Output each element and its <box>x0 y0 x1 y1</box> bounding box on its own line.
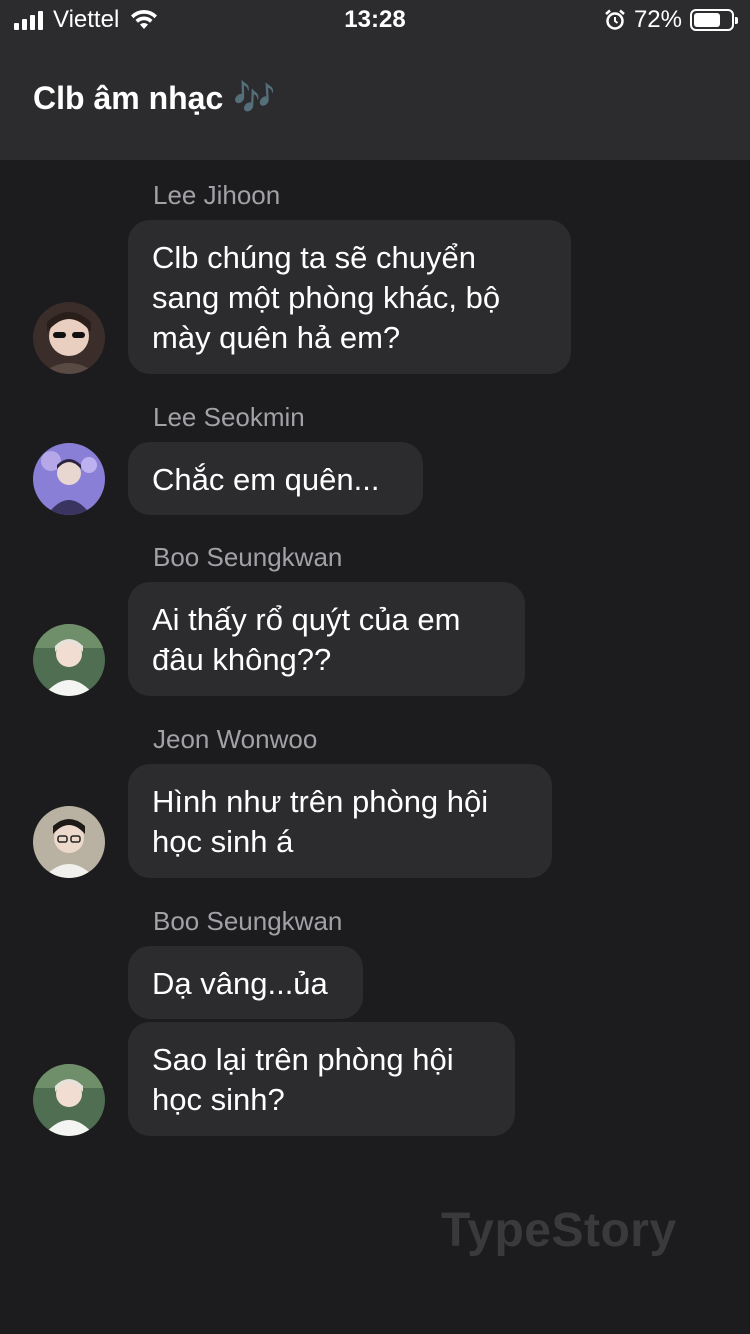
battery-icon <box>690 9 738 31</box>
avatar-lee-seokmin <box>33 443 105 515</box>
avatar-boo-seungkwan <box>33 1064 105 1136</box>
battery-percent: 72% <box>633 6 682 33</box>
message-bubble[interactable]: Hình như trên phòng hội học sinh á <box>128 764 552 878</box>
message-bubble[interactable]: Sao lại trên phòng hội học sinh? <box>128 1022 515 1136</box>
chat-title[interactable]: Clb âm nhạc 🎶 <box>33 78 276 118</box>
chat-thread[interactable]: Lee Jihoon Clb chúng ta sẽ chuyển sang m… <box>0 160 750 1334</box>
alarm-icon <box>605 9 625 30</box>
status-bar: Viettel 13:28 72% <box>0 0 750 40</box>
message-bubble[interactable]: Ai thấy rổ quýt của em đâu không?? <box>128 582 525 696</box>
sender-name: Jeon Wonwoo <box>153 724 318 754</box>
music-notes-icon: 🎶 <box>233 79 276 117</box>
sender-name: Lee Jihoon <box>153 180 281 210</box>
avatar-jeon-wonwoo <box>33 806 105 878</box>
status-right: 72% <box>604 6 738 34</box>
avatar[interactable] <box>33 1064 105 1136</box>
watermark-logo: TypeStory <box>441 1204 677 1257</box>
message-bubble[interactable]: Clb chúng ta sẽ chuyển sang một phòng kh… <box>128 220 571 374</box>
chat-title-text: Clb âm nhạc <box>33 79 224 116</box>
avatar-lee-jihoon <box>33 302 105 374</box>
sender-name: Lee Seokmin <box>153 402 305 432</box>
battery-fill <box>694 13 720 27</box>
avatar[interactable] <box>33 443 105 515</box>
avatar[interactable] <box>33 624 105 696</box>
avatar-boo-seungkwan <box>33 624 105 696</box>
message-bubble[interactable]: Chắc em quên... <box>128 442 423 515</box>
avatar[interactable] <box>33 302 105 374</box>
sender-name: Boo Seungkwan <box>153 906 343 936</box>
sender-name: Boo Seungkwan <box>153 542 343 572</box>
avatar[interactable] <box>33 806 105 878</box>
message-bubble[interactable]: Dạ vâng...ủa <box>128 946 363 1019</box>
chat-header: Clb âm nhạc 🎶 <box>0 40 750 160</box>
